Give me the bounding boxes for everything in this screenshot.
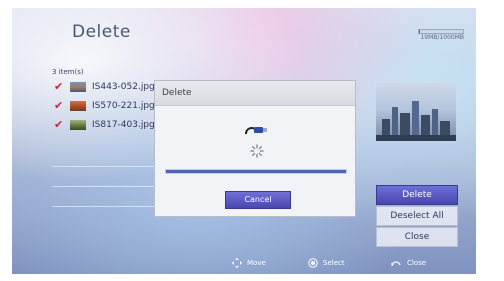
check-icon[interactable]: ✔ [54, 81, 66, 93]
footer-hints: Move Select Close [12, 253, 476, 273]
dialog-title: Delete [155, 81, 355, 106]
file-item[interactable]: ✔ IS443-052.jpg [54, 79, 164, 95]
page-title: Delete [72, 22, 131, 42]
delete-progress-dialog: Delete Cancel [154, 80, 356, 217]
hint-move-label: Move [247, 259, 266, 267]
file-item[interactable]: ✔ IS570-221.jpg [54, 98, 164, 114]
photo-preview [376, 83, 456, 141]
storage-usage-text: 19MB/1000MB [420, 34, 464, 41]
photo-thumbnail [70, 101, 86, 111]
hint-move: Move [232, 253, 266, 273]
photo-thumbnail [70, 120, 86, 130]
ok-button-icon [308, 258, 318, 268]
item-count: 3 item(s) [52, 68, 84, 76]
dpad-arrows-icon [232, 258, 242, 268]
hint-select-label: Select [323, 259, 345, 267]
cancel-button[interactable]: Cancel [225, 191, 291, 209]
progress-bar [165, 169, 347, 174]
file-name: IS817-403.jpg [92, 120, 155, 130]
check-icon[interactable]: ✔ [54, 100, 66, 112]
hint-close: Close [390, 253, 426, 273]
close-button[interactable]: Close [376, 227, 458, 247]
progress-fill [166, 170, 346, 173]
file-item[interactable]: ✔ IS817-403.jpg [54, 117, 164, 133]
deselect-all-button[interactable]: Deselect All [376, 206, 458, 226]
photo-thumbnail [70, 82, 86, 92]
delete-button[interactable]: Delete [376, 185, 458, 205]
media-delete-screen: Delete 19MB/1000MB 3 item(s) ✔ IS443-052… [12, 8, 476, 274]
check-icon[interactable]: ✔ [54, 119, 66, 131]
return-icon [391, 261, 401, 267]
loading-spinner-icon [250, 144, 264, 158]
file-name: IS443-052.jpg [92, 82, 155, 92]
hint-select: Select [308, 253, 345, 273]
file-name: IS570-221.jpg [92, 101, 155, 111]
hint-close-label: Close [407, 259, 427, 267]
usb-plug-icon [245, 127, 267, 135]
storage-usage-fill [419, 30, 420, 33]
